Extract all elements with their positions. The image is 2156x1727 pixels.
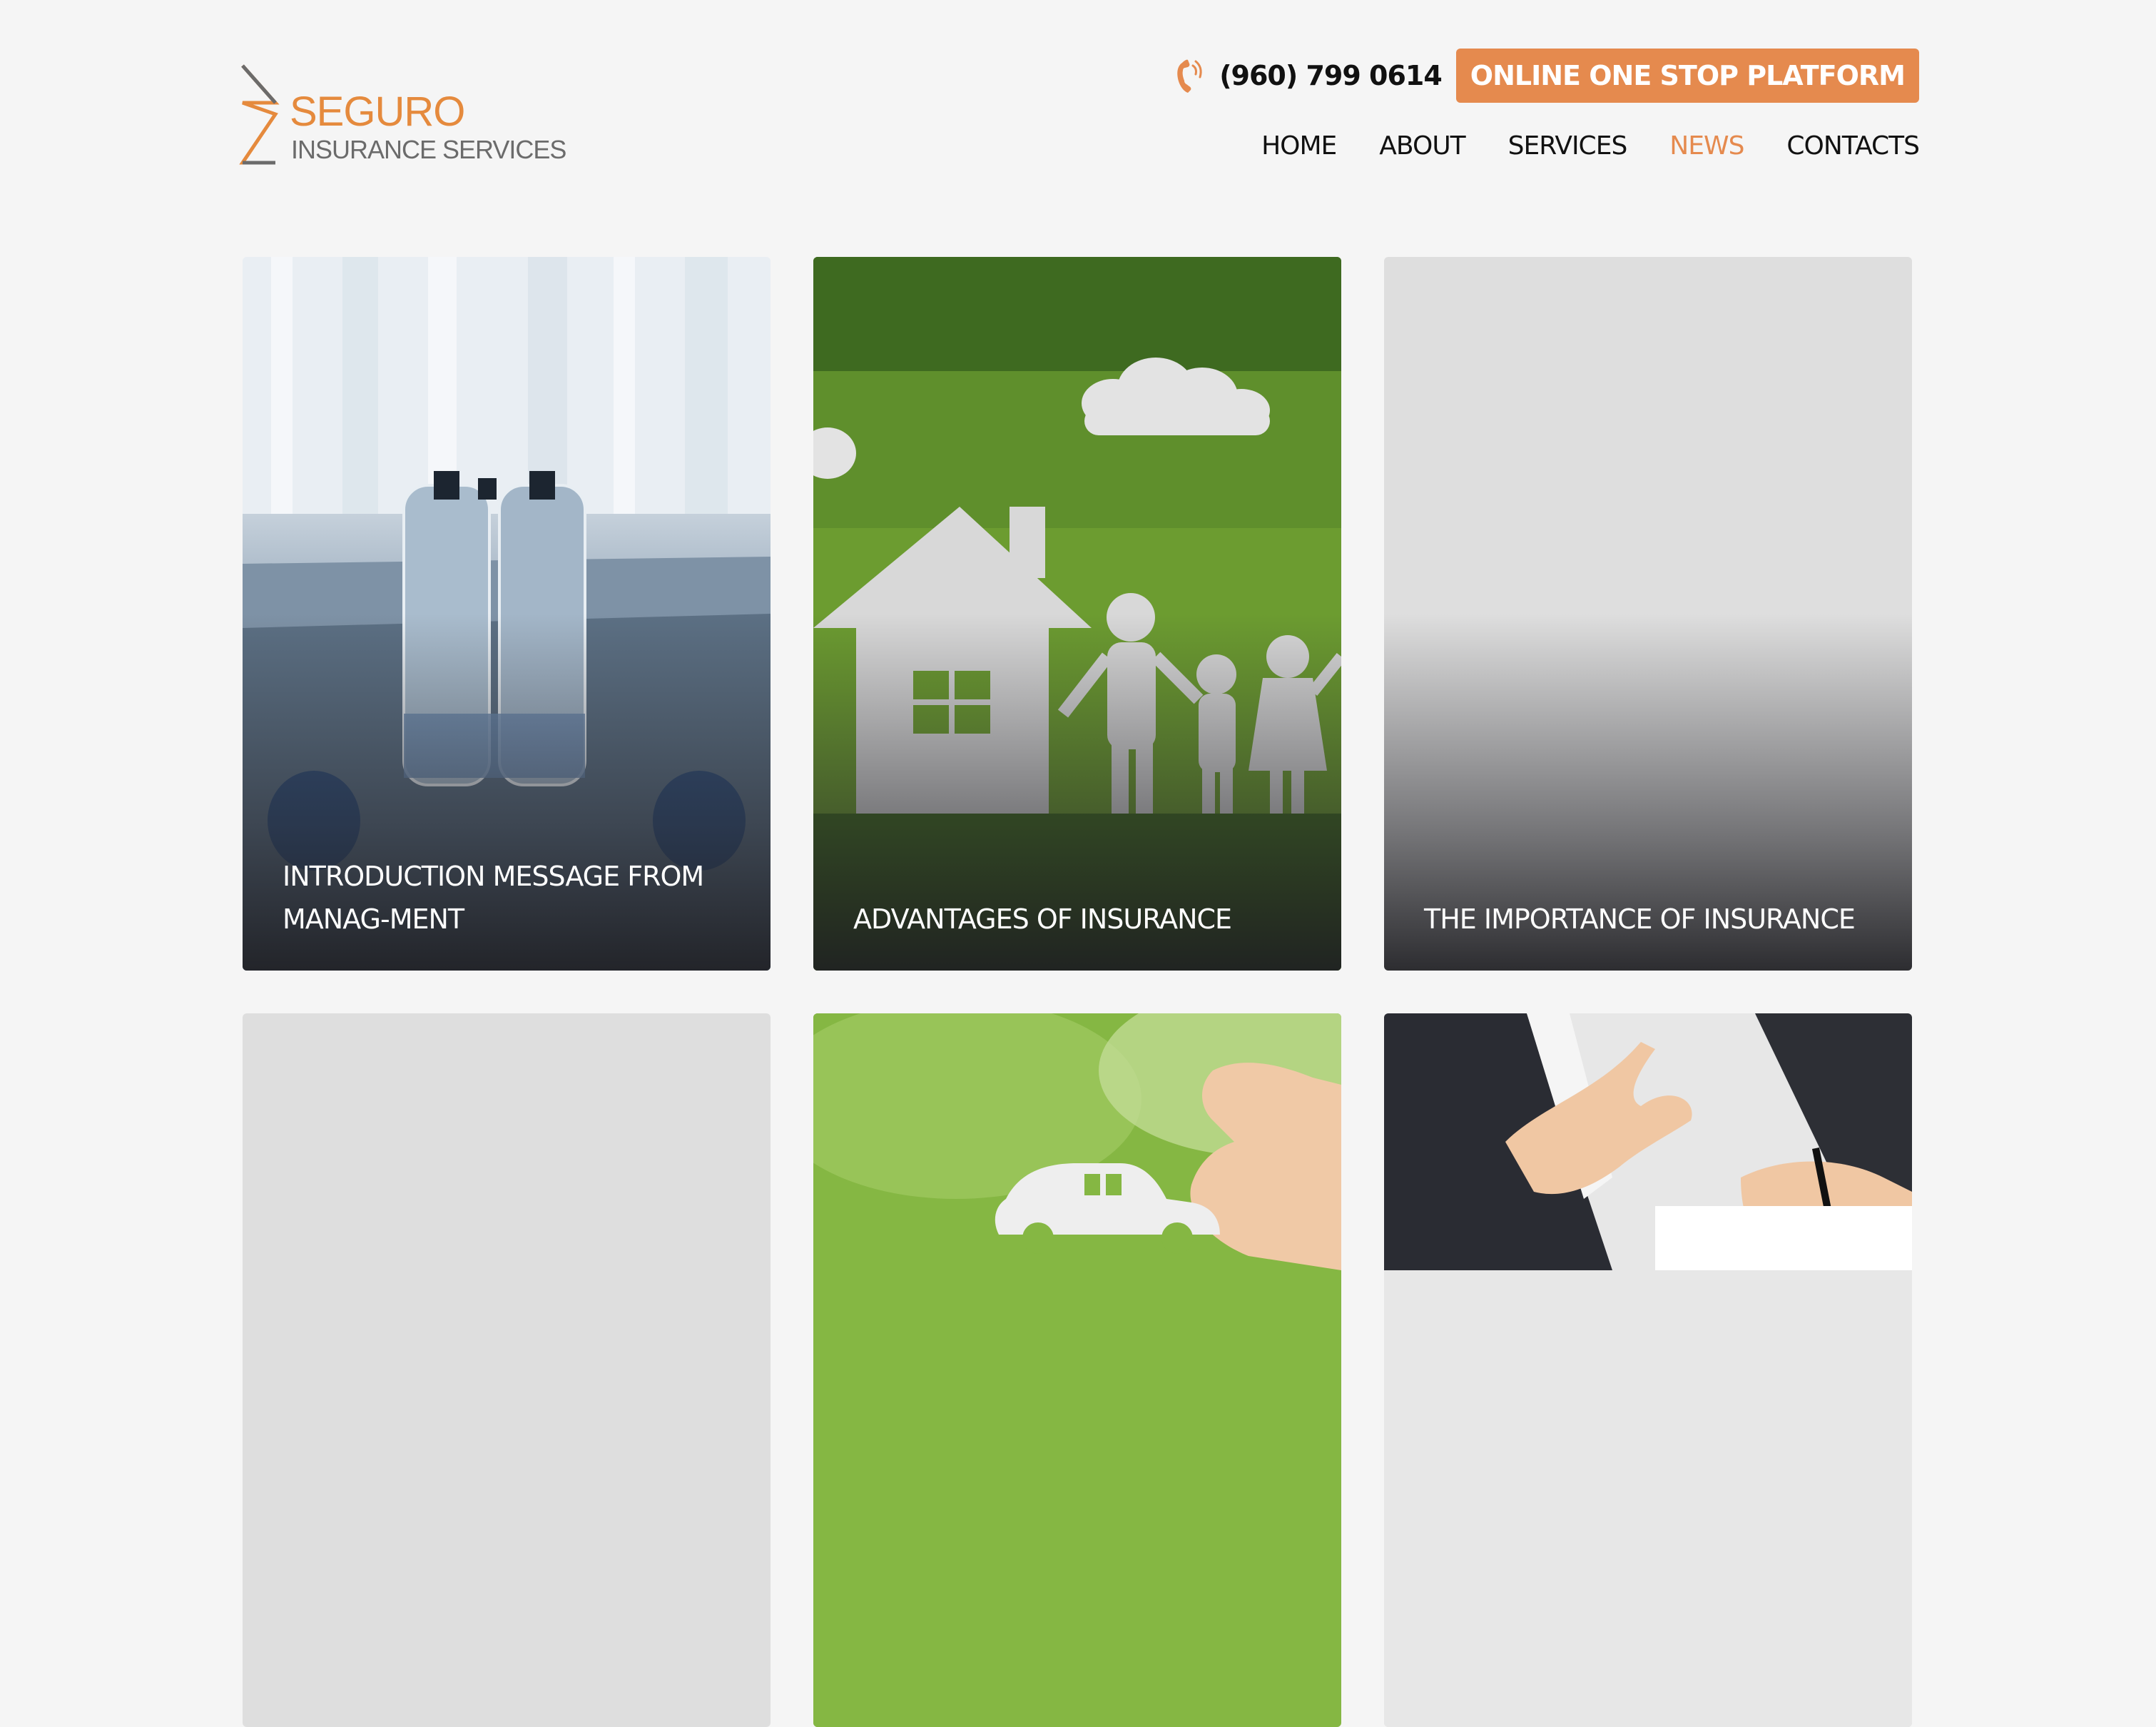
news-card-title: INTRODUCTION MESSAGE FROM MANAG-MENT [283,861,704,935]
nav-item-contacts[interactable]: CONTACTS [1786,131,1920,161]
news-card[interactable]: THE IMPORTANCE OF INSURANCE [1384,257,1912,971]
news-card-overlay [1384,257,1912,971]
main-nav: HOME ABOUT SERVICES NEWS CONTACTS [1261,126,1920,166]
news-card[interactable] [243,1013,771,1727]
phone-icon [1177,59,1202,93]
nav-item-services[interactable]: SERVICES [1508,131,1628,161]
news-card-overlay [813,257,1341,971]
news-card-image [1384,1013,1912,1727]
logo-brand-text: SEGURO [290,88,465,135]
contact-bar: (960) 799 0614 ONLINE ONE STOP PLATFORM [1174,49,1919,103]
logo-tagline: INSURANCE SERVICES [291,135,566,164]
news-card[interactable]: INTRODUCTION MESSAGE FROM MANAG-MENT [243,257,771,971]
nav-item-news[interactable]: NEWS [1669,131,1744,161]
news-card[interactable] [1384,1013,1912,1727]
online-one-stop-platform-button[interactable]: ONLINE ONE STOP PLATFORM [1455,49,1919,103]
nav-item-about[interactable]: ABOUT [1379,131,1465,161]
news-card-title: ADVANTAGES OF INSURANCE [853,903,1232,935]
nav-item-home[interactable]: HOME [1261,131,1337,161]
news-card-image [243,1013,771,1727]
news-card[interactable]: ADVANTAGES OF INSURANCE [813,257,1341,971]
news-card-title: THE IMPORTANCE OF INSURANCE [1424,903,1856,935]
logo[interactable]: SEGURO INSURANCE SERVICES [234,63,566,170]
logo-mark-icon [239,64,280,165]
phone-number[interactable]: (960) 799 0614 [1219,60,1443,91]
news-card[interactable] [813,1013,1341,1727]
news-card-image [813,1013,1341,1727]
